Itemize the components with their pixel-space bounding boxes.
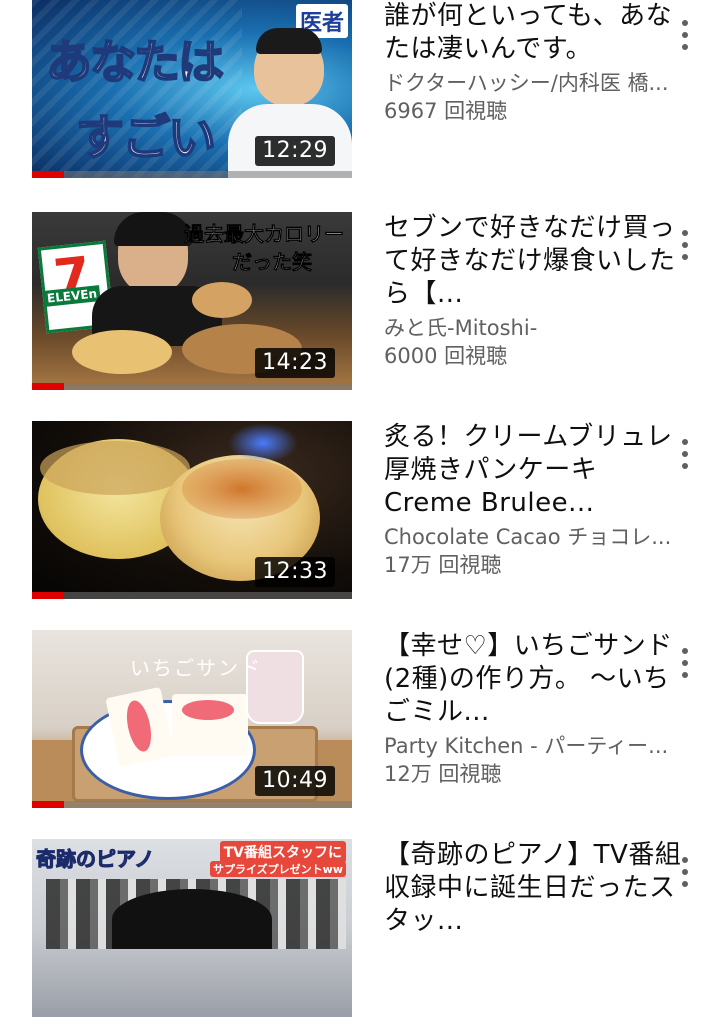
view-count: 6967 回視聴 — [384, 99, 508, 123]
thumbnail-caption: だった笑 — [232, 250, 313, 275]
watch-progress — [32, 801, 352, 808]
video-thumbnail[interactable]: 奇跡のピアノ TV番組スタッフに サプライズプレゼントww — [32, 839, 352, 1017]
channel-name[interactable]: ドクターハッシー/内科医 橋... — [384, 69, 688, 97]
thumbnail-caption: 奇跡のピアノ — [35, 847, 155, 872]
video-thumbnail[interactable]: 7 ELEVEn 過去最大カロリー だった笑 14:23 — [32, 212, 352, 390]
thumbnail-caption: 過去最大カロリー — [184, 222, 345, 247]
video-item[interactable]: 12:33 炙る！クリームブリュレ厚焼きパンケーキ Creme Brulee..… — [0, 421, 720, 599]
channel-name[interactable]: みと氏-Mitoshi- — [384, 314, 688, 342]
more-options-icon[interactable] — [670, 437, 700, 471]
video-title[interactable]: 【奇跡のピアノ】TV番組収録中に誕生日だったスタッ... — [384, 839, 684, 938]
video-thumbnail[interactable]: いちごサンド 10:49 — [32, 630, 352, 808]
watch-progress — [32, 383, 352, 390]
view-count: 12万 回視聴 — [384, 762, 502, 786]
thumbnail-caption: すごい — [75, 109, 217, 167]
thumbnail-caption: いちごサンド — [130, 656, 262, 680]
watch-progress — [32, 171, 352, 178]
more-options-icon[interactable] — [670, 646, 700, 680]
video-item[interactable]: いちごサンド 10:49 【幸せ♡】いちごサンド(2種)の作り方。 ～いちごミル… — [0, 630, 720, 808]
thumbnail-caption: あなたは — [45, 34, 225, 90]
video-title[interactable]: 誰が何といっても、あなたは凄いんです。 — [384, 0, 684, 66]
more-options-icon[interactable] — [670, 855, 700, 889]
video-item[interactable]: 奇跡のピアノ TV番組スタッフに サプライズプレゼントww 【奇跡のピアノ】TV… — [0, 839, 720, 1017]
view-count: 17万 回視聴 — [384, 553, 502, 577]
video-duration: 14:23 — [255, 348, 335, 378]
video-item[interactable]: あなたは すごい 医者 12:29 誰が何といっても、あなたは凄いんです。 ドク… — [0, 0, 720, 178]
video-thumbnail[interactable]: あなたは すごい 医者 12:29 — [32, 0, 352, 178]
channel-name[interactable]: Party Kitchen - パーティー... — [384, 732, 688, 760]
view-count: 6000 回視聴 — [384, 344, 508, 368]
video-title[interactable]: 炙る！クリームブリュレ厚焼きパンケーキ Creme Brulee... — [384, 421, 684, 520]
watch-progress — [32, 592, 352, 599]
thumbnail-caption: サプライズプレゼントww — [210, 861, 346, 877]
video-thumbnail[interactable]: 12:33 — [32, 421, 352, 599]
video-duration: 12:33 — [255, 557, 335, 587]
channel-name[interactable]: Chocolate Cacao チョコレ... — [384, 523, 688, 551]
video-duration: 10:49 — [255, 766, 335, 796]
thumbnail-caption: TV番組スタッフに — [219, 841, 346, 863]
thumbnail-image: 奇跡のピアノ TV番組スタッフに サプライズプレゼントww — [32, 839, 352, 1017]
more-options-icon[interactable] — [670, 18, 700, 52]
more-options-icon[interactable] — [670, 228, 700, 262]
video-duration: 12:29 — [255, 136, 335, 166]
video-title[interactable]: セブンで好きなだけ買って好きなだけ爆食いしたら【... — [384, 212, 684, 311]
video-title[interactable]: 【幸せ♡】いちごサンド(2種)の作り方。 ～いちごミル... — [384, 630, 684, 729]
video-item[interactable]: 7 ELEVEn 過去最大カロリー だった笑 14:23 セブンで好きなだけ買っ… — [0, 212, 720, 390]
